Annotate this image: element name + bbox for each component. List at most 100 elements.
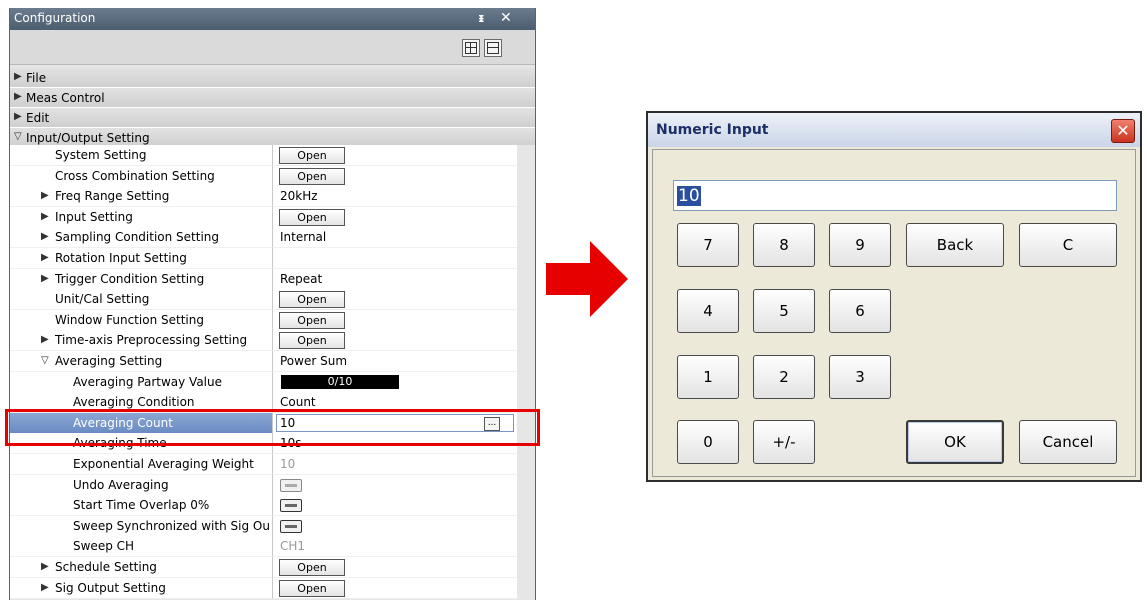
row-gutter (517, 474, 535, 495)
row-gutter (517, 454, 535, 474)
open-button[interactable]: Open (279, 147, 345, 164)
property-value[interactable]: Count (280, 395, 316, 409)
expand-arrow-icon[interactable]: ▶ (41, 252, 49, 263)
close-icon[interactable]: ✕ (500, 10, 512, 26)
pin-icon[interactable]: ᵻ (478, 11, 485, 25)
configuration-panel: Configuration ᵻ ✕ ▶ File ▶ Meas Control … (9, 8, 536, 600)
cancel-button[interactable]: Cancel (1019, 420, 1117, 464)
property-row[interactable]: ▶ Rotation Input Setting (10, 248, 535, 269)
key-4[interactable]: 4 (677, 289, 739, 333)
property-value[interactable]: Repeat (280, 272, 322, 286)
property-label: Exponential Averaging Weight (73, 457, 254, 471)
dialog-body: 10 7 8 9 Back C 4 5 6 1 2 3 0 +/- OK Can… (652, 149, 1136, 477)
open-button[interactable]: Open (279, 332, 345, 350)
sign-toggle-button[interactable]: +/- (753, 420, 815, 464)
expand-arrow-icon[interactable]: ▶ (41, 231, 49, 242)
key-9[interactable]: 9 (829, 223, 891, 267)
expand-arrow-icon[interactable]: ▶ (41, 190, 49, 201)
dialog-title: Numeric Input (656, 122, 769, 138)
open-button[interactable]: Open (279, 208, 345, 226)
key-3[interactable]: 3 (829, 355, 891, 399)
property-label-cell: ▶ Freq Range Setting (10, 186, 272, 208)
highlight-box (5, 409, 540, 446)
property-value[interactable]: Power Sum (280, 354, 347, 368)
key-8[interactable]: 8 (753, 223, 815, 267)
panel-toolbar (10, 30, 535, 65)
property-label: Start Time Overlap 0% (73, 498, 210, 513)
expand-arrow-icon[interactable]: ▶ (41, 211, 49, 222)
row-gutter (517, 145, 535, 165)
property-value-cell: CH1 (272, 536, 517, 558)
panel-title: Configuration (14, 11, 96, 25)
property-value-cell: Open (272, 330, 517, 352)
property-row[interactable]: Window Function Setting Open (10, 309, 535, 331)
property-row[interactable]: Unit/Cal Setting Open (10, 289, 535, 311)
property-value-cell: Internal (272, 227, 517, 249)
section-meas-control[interactable]: ▶ Meas Control (10, 88, 535, 108)
row-gutter (517, 515, 535, 536)
property-value-cell: Open (272, 309, 517, 331)
property-value: 10 (280, 457, 296, 471)
property-row[interactable]: Averaging Partway Value 0/10 (10, 371, 535, 393)
property-value-cell: Open (272, 165, 517, 187)
row-gutter (517, 289, 535, 310)
property-row[interactable]: ▶ Input Setting Open (10, 206, 535, 228)
open-button[interactable]: Open (279, 579, 345, 597)
open-button[interactable]: Open (279, 291, 345, 309)
toggle-switch[interactable] (280, 499, 302, 513)
toggle-switch (280, 478, 302, 492)
expand-arrow-icon[interactable]: ▶ (41, 273, 49, 284)
property-row[interactable]: ▶ Time-axis Preprocessing Setting Open (10, 330, 535, 352)
toggle-switch[interactable] (280, 519, 302, 533)
key-6[interactable]: 6 (829, 289, 891, 333)
property-row[interactable]: ▶ Schedule Setting Open (10, 557, 535, 578)
property-row[interactable]: Sweep Synchronized with Sig Ou (10, 515, 535, 537)
collapse-icon[interactable] (484, 39, 502, 57)
key-2[interactable]: 2 (753, 355, 815, 399)
property-row[interactable]: System Setting Open (10, 145, 535, 166)
property-row[interactable]: Undo Averaging (10, 474, 535, 496)
collapse-arrow-icon[interactable]: ▽ (41, 355, 49, 366)
property-row[interactable]: Exponential Averaging Weight 10 (10, 454, 535, 475)
property-label-cell: Exponential Averaging Weight (10, 454, 272, 475)
property-row[interactable]: Sweep CH CH1 (10, 536, 535, 558)
section-edit[interactable]: ▶ Edit (10, 108, 535, 128)
property-row[interactable]: Start Time Overlap 0% (10, 495, 535, 517)
row-gutter (517, 371, 535, 392)
property-row[interactable]: ▶ Freq Range Setting 20kHz (10, 186, 535, 208)
row-gutter (517, 351, 535, 371)
property-row[interactable]: Cross Combination Setting Open (10, 165, 535, 187)
clear-button[interactable]: C (1019, 223, 1117, 267)
key-0[interactable]: 0 (677, 420, 739, 464)
property-value-cell (272, 515, 517, 537)
expand-arrow-icon[interactable]: ▶ (41, 582, 49, 593)
open-button[interactable]: Open (279, 311, 345, 329)
property-label-cell: ▶ Sig Output Setting (10, 577, 272, 599)
row-gutter (517, 165, 535, 186)
property-row[interactable]: ▶ Sig Output Setting Open (10, 577, 535, 599)
back-button[interactable]: Back (906, 223, 1004, 267)
grid-view-icon[interactable] (462, 39, 480, 57)
key-7[interactable]: 7 (677, 223, 739, 267)
property-row[interactable]: ▶ Sampling Condition Setting Internal (10, 227, 535, 249)
numeric-input-field[interactable]: 10 (673, 180, 1117, 211)
key-5[interactable]: 5 (753, 289, 815, 333)
property-value-cell: 10 (272, 454, 517, 475)
property-label: Cross Combination Setting (55, 168, 215, 183)
property-value[interactable]: Internal (280, 230, 326, 244)
property-label-cell: Sweep Synchronized with Sig Ou (10, 515, 272, 537)
close-icon[interactable]: ✕ (1111, 119, 1135, 143)
expand-arrow-icon[interactable]: ▶ (41, 334, 49, 345)
expand-arrow-icon[interactable]: ▶ (41, 561, 49, 572)
property-row[interactable]: ▽ Averaging Setting Power Sum (10, 351, 535, 372)
key-1[interactable]: 1 (677, 355, 739, 399)
open-button[interactable]: Open (279, 167, 345, 185)
property-value-cell: 0/10 (272, 371, 517, 393)
property-row[interactable]: ▶ Trigger Condition Setting Repeat (10, 268, 535, 290)
right-arrow-icon (546, 241, 628, 317)
ok-button[interactable]: OK (906, 420, 1004, 464)
section-file[interactable]: ▶ File (10, 68, 535, 88)
open-button[interactable]: Open (279, 559, 345, 576)
row-gutter (517, 268, 535, 289)
property-value[interactable]: 20kHz (280, 189, 318, 203)
